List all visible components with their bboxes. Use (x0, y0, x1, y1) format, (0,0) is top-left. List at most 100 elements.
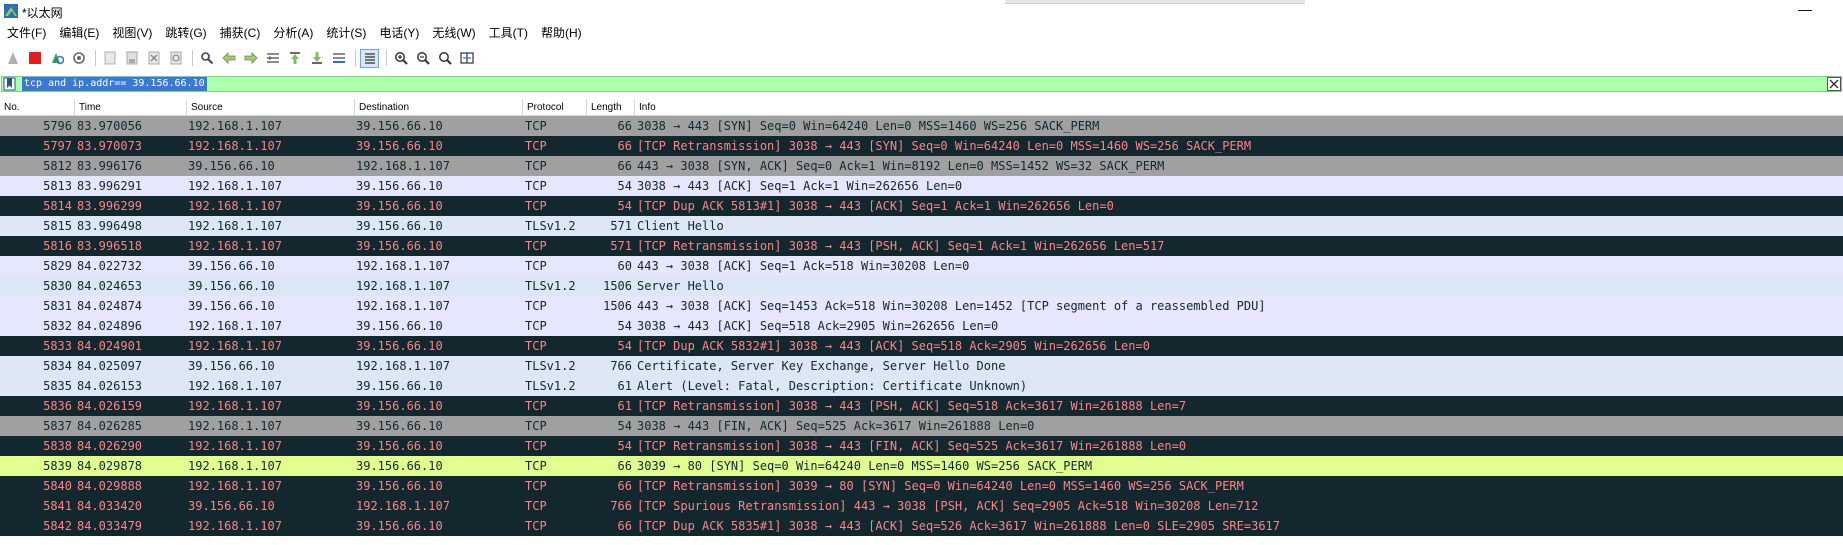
packet-dst-cell: 39.156.66.10 (356, 199, 443, 213)
menu-item-6[interactable]: 统计(S) (321, 23, 371, 43)
menu-item-0[interactable]: 文件(F) (2, 23, 51, 43)
column-header-destination[interactable]: Destination (355, 99, 523, 116)
packet-time-cell: 84.029878 (77, 459, 143, 473)
packet-row[interactable]: 5796 83.970056 192.168.1.107 39.156.66.10 TC… (0, 116, 1843, 136)
packet-src-cell: 39.156.66.10 (188, 159, 275, 173)
packet-no-cell: 5839 (43, 459, 72, 473)
packet-no-cell: 5836 (43, 399, 72, 413)
packet-row[interactable]: 5838 84.026290 192.168.1.107 39.156.66.10 TC… (0, 436, 1843, 456)
zoom-in-icon[interactable] (391, 49, 410, 68)
display-filter-input[interactable]: tcp and ip.addr== 39.156.66.10 (22, 77, 207, 91)
packet-dst-cell: 39.156.66.10 (356, 179, 443, 193)
minimize-icon[interactable]: — (1797, 2, 1813, 18)
packet-len-cell: 766 (610, 359, 632, 373)
packet-row[interactable]: 5832 84.024896 192.168.1.107 39.156.66.10 TC… (0, 316, 1843, 336)
packet-proto-cell: TLSv1.2 (525, 219, 576, 233)
restart-capture-icon[interactable] (47, 49, 66, 68)
menu-item-10[interactable]: 帮助(H) (536, 23, 587, 43)
packet-row[interactable]: 5840 84.029888 192.168.1.107 39.156.66.10 TC… (0, 476, 1843, 496)
colorize-packet-list-icon[interactable] (360, 48, 379, 68)
column-header-protocol[interactable]: Protocol (523, 99, 587, 116)
packet-info-cell: [TCP Dup ACK 5835#1] 3038 → 443 [ACK] Se… (637, 519, 1280, 533)
packet-row[interactable]: 5814 83.996299 192.168.1.107 39.156.66.10 TC… (0, 196, 1843, 216)
column-header-time[interactable]: Time (75, 99, 187, 116)
packet-time-cell: 84.029888 (77, 479, 143, 493)
packet-time-cell: 83.996176 (77, 159, 143, 173)
resize-columns-icon[interactable] (457, 49, 476, 68)
packet-row[interactable]: 5834 84.025097 39.156.66.10 192.168.1.107 TL… (0, 356, 1843, 376)
packet-row[interactable]: 5835 84.026153 192.168.1.107 39.156.66.10 TL… (0, 376, 1843, 396)
packet-dst-cell: 39.156.66.10 (356, 459, 443, 473)
zoom-out-icon[interactable] (413, 49, 432, 68)
main-toolbar (0, 46, 1843, 70)
packet-row[interactable]: 5836 84.026159 192.168.1.107 39.156.66.10 TC… (0, 396, 1843, 416)
packet-proto-cell: TLSv1.2 (525, 379, 576, 393)
packet-no-cell: 5814 (43, 199, 72, 213)
packet-row[interactable]: 5812 83.996176 39.156.66.10 192.168.1.107 TC… (0, 156, 1843, 176)
go-forward-icon[interactable] (241, 49, 260, 68)
packet-time-cell: 84.033420 (77, 499, 143, 513)
packet-len-cell: 1506 (603, 299, 632, 313)
packet-info-cell: [TCP Retransmission] 3039 → 80 [SYN] Seq… (637, 479, 1244, 493)
packet-dst-cell: 192.168.1.107 (356, 299, 450, 313)
menu-item-7[interactable]: 电话(Y) (374, 23, 424, 43)
packet-info-cell: 3039 → 80 [SYN] Seq=0 Win=64240 Len=0 MS… (637, 459, 1093, 473)
start-capture-icon[interactable] (3, 49, 22, 68)
go-to-packet-icon[interactable] (263, 49, 282, 68)
menu-item-1[interactable]: 编辑(E) (54, 23, 104, 43)
packet-row[interactable]: 5813 83.996291 192.168.1.107 39.156.66.10 TC… (0, 176, 1843, 196)
bookmark-icon[interactable] (3, 77, 16, 91)
packet-row[interactable]: 5797 83.970073 192.168.1.107 39.156.66.10 TC… (0, 136, 1843, 156)
packet-row[interactable]: 5816 83.996518 192.168.1.107 39.156.66.10 TC… (0, 236, 1843, 256)
menu-item-3[interactable]: 跳转(G) (160, 23, 211, 43)
packet-proto-cell: TCP (525, 519, 547, 533)
packet-dst-cell: 39.156.66.10 (356, 439, 443, 453)
packet-proto-cell: TCP (525, 179, 547, 193)
close-file-icon[interactable] (144, 49, 163, 68)
find-packet-icon[interactable] (197, 49, 216, 68)
packet-src-cell: 39.156.66.10 (188, 279, 275, 293)
packet-proto-cell: TCP (525, 459, 547, 473)
packet-row[interactable]: 5842 84.033479 192.168.1.107 39.156.66.10 TC… (0, 516, 1843, 536)
go-to-last-packet-icon[interactable] (307, 49, 326, 68)
packet-proto-cell: TCP (525, 159, 547, 173)
packet-row[interactable]: 5839 84.029878 192.168.1.107 39.156.66.10 TC… (0, 456, 1843, 476)
packet-row[interactable]: 5841 84.033420 39.156.66.10 192.168.1.107 TC… (0, 496, 1843, 516)
packet-row[interactable]: 5815 83.996498 192.168.1.107 39.156.66.10 TL… (0, 216, 1843, 236)
column-header-length[interactable]: Length (587, 99, 635, 116)
reload-file-icon[interactable] (166, 49, 185, 68)
auto-scroll-icon[interactable] (329, 49, 348, 68)
clear-filter-icon[interactable] (1827, 77, 1841, 91)
packet-row[interactable]: 5837 84.026285 192.168.1.107 39.156.66.10 TC… (0, 416, 1843, 436)
packet-proto-cell: TCP (525, 239, 547, 253)
menu-item-5[interactable]: 分析(A) (268, 23, 318, 43)
packet-time-cell: 84.026153 (77, 379, 143, 393)
packet-no-cell: 5796 (43, 119, 72, 133)
menu-item-2[interactable]: 视图(V) (107, 23, 157, 43)
save-file-icon[interactable] (122, 49, 141, 68)
normal-size-icon[interactable] (435, 49, 454, 68)
menu-item-4[interactable]: 捕获(C) (215, 23, 266, 43)
packet-dst-cell: 39.156.66.10 (356, 379, 443, 393)
column-header-info[interactable]: Info (635, 99, 1843, 116)
column-header-source[interactable]: Source (187, 99, 355, 116)
packet-row[interactable]: 5830 84.024653 39.156.66.10 192.168.1.107 TL… (0, 276, 1843, 296)
packet-row[interactable]: 5831 84.024874 39.156.66.10 192.168.1.107 TC… (0, 296, 1843, 316)
wireshark-app-icon (4, 4, 18, 18)
menu-item-9[interactable]: 工具(T) (484, 23, 533, 43)
go-back-icon[interactable] (219, 49, 238, 68)
open-file-icon[interactable] (100, 49, 119, 68)
stop-capture-icon[interactable] (25, 49, 44, 68)
packet-proto-cell: TCP (525, 399, 547, 413)
column-header-no[interactable]: No. (0, 99, 75, 116)
packet-no-cell: 5830 (43, 279, 72, 293)
packet-dst-cell: 192.168.1.107 (356, 499, 450, 513)
packet-src-cell: 192.168.1.107 (188, 519, 282, 533)
capture-options-icon[interactable] (69, 49, 88, 68)
packet-list[interactable]: No. Time Source Destination Protocol Len… (0, 99, 1843, 545)
packet-row[interactable]: 5829 84.022732 39.156.66.10 192.168.1.107 TC… (0, 256, 1843, 276)
menu-item-8[interactable]: 无线(W) (427, 23, 480, 43)
go-to-first-packet-icon[interactable] (285, 49, 304, 68)
packet-row[interactable]: 5833 84.024901 192.168.1.107 39.156.66.10 TC… (0, 336, 1843, 356)
packet-proto-cell: TCP (525, 339, 547, 353)
